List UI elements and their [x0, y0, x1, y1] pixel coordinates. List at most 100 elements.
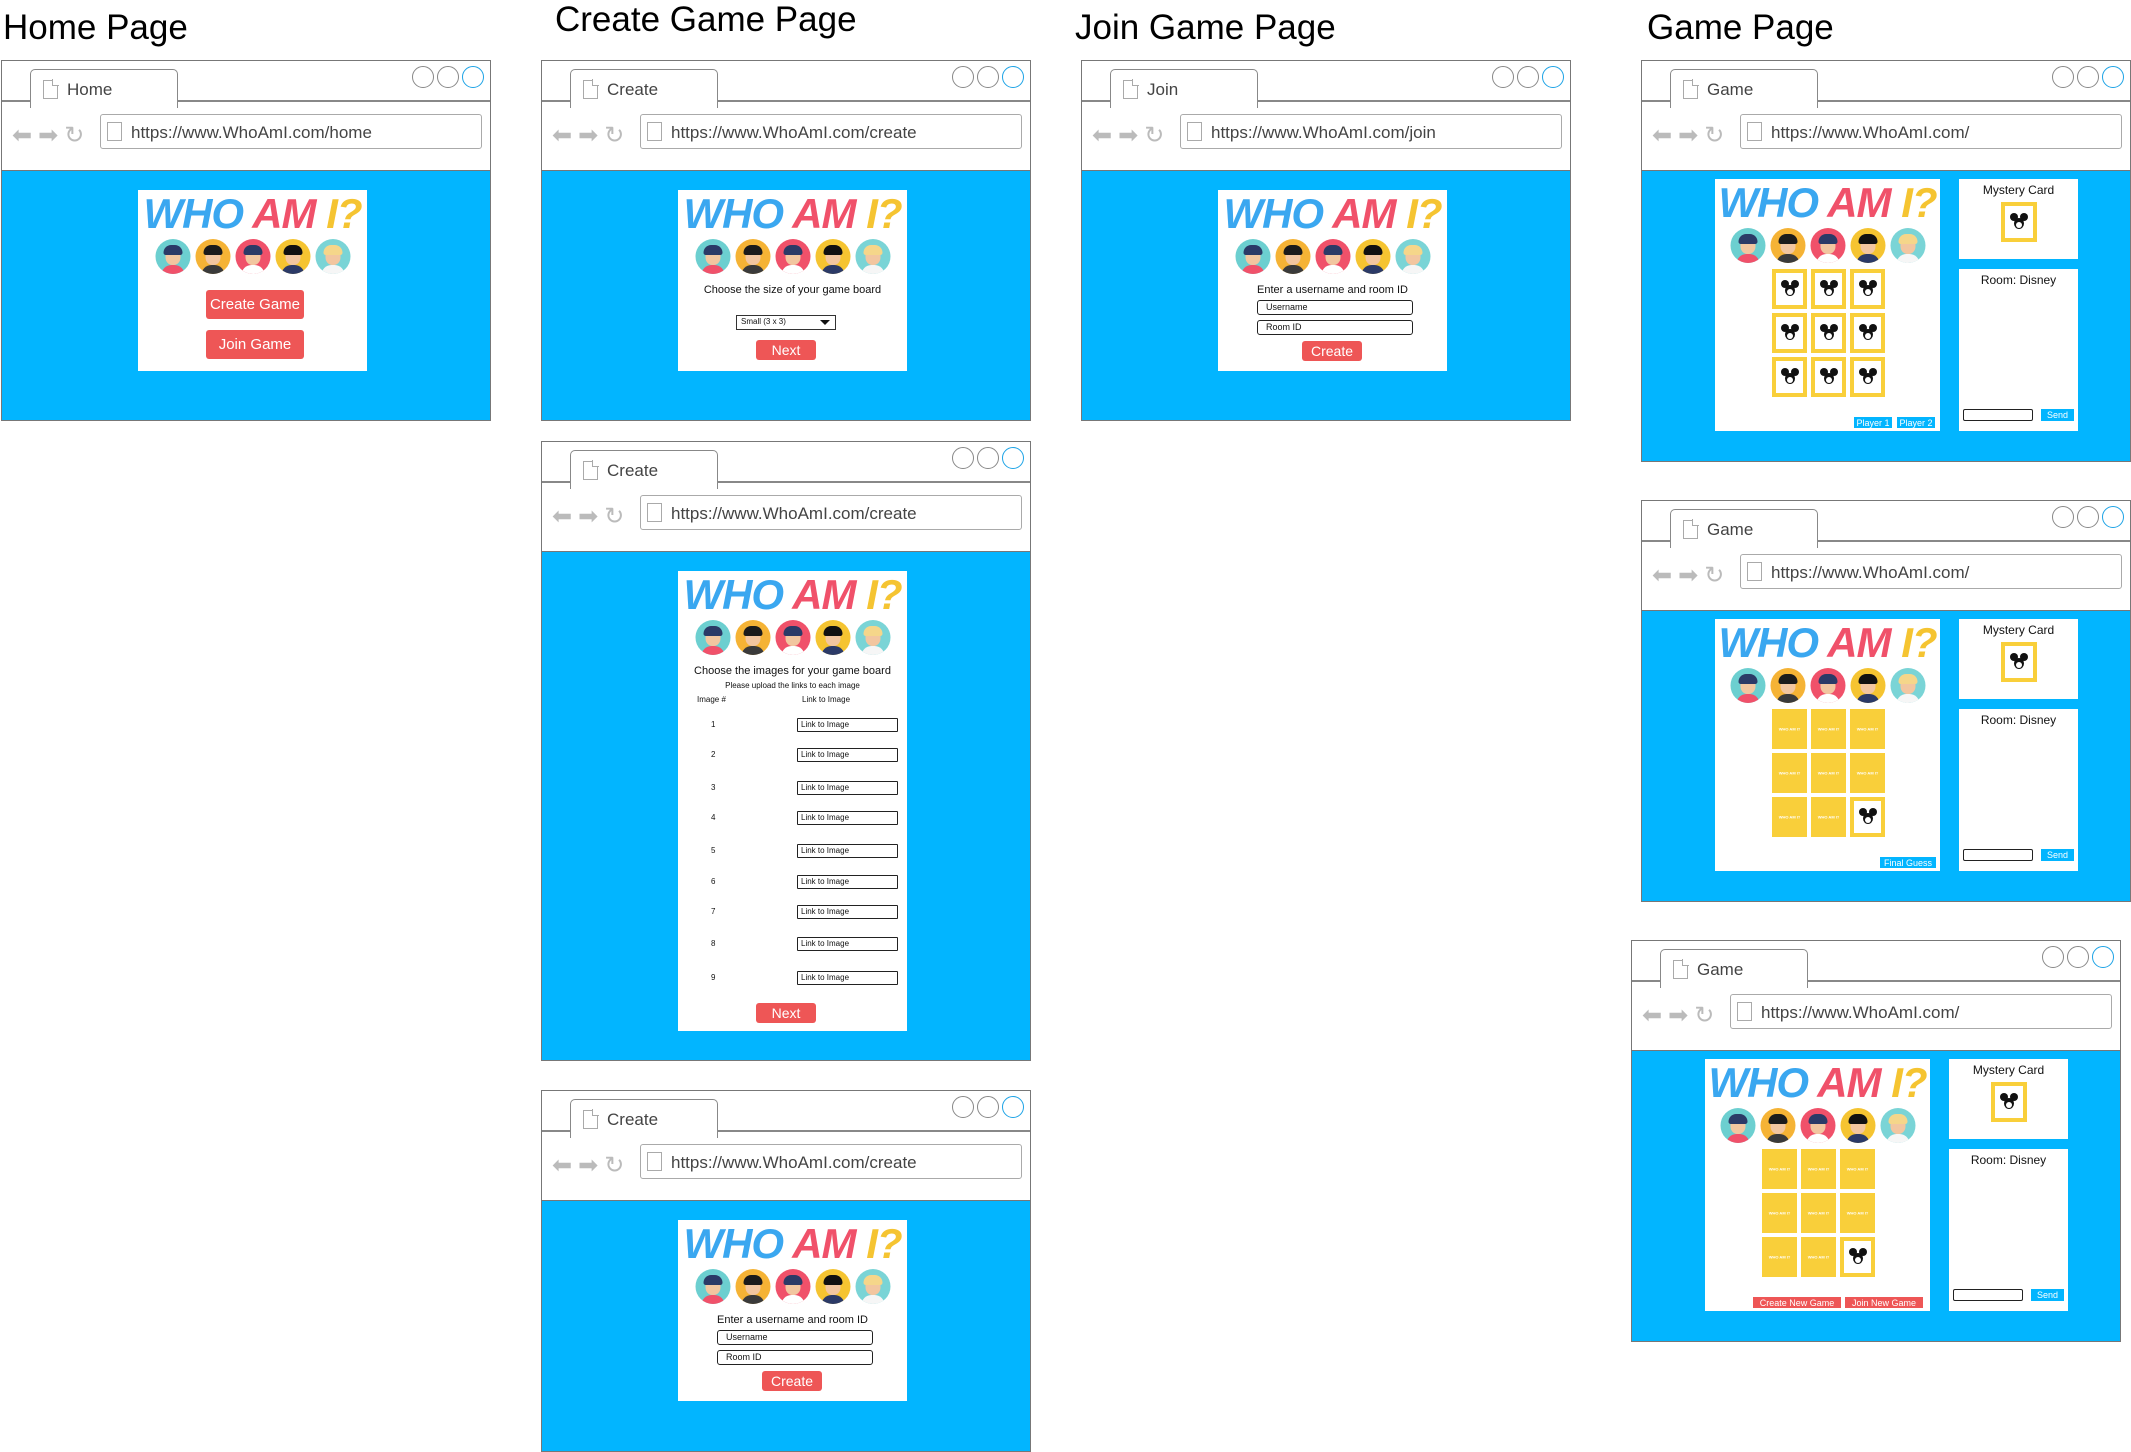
forward-arrow-icon[interactable]: ➡: [1678, 564, 1698, 588]
next-button[interactable]: Next: [756, 340, 816, 360]
image-link-input[interactable]: Link to Image: [797, 718, 898, 732]
close-icon[interactable]: [1542, 66, 1564, 88]
image-link-input[interactable]: Link to Image: [797, 748, 898, 762]
flipped-card[interactable]: WHO AM I?: [1840, 1149, 1875, 1189]
browser-tab[interactable]: Game: [1670, 509, 1818, 548]
minimize-icon[interactable]: [952, 447, 974, 469]
address-bar[interactable]: https://www.WhoAmI.com/: [1740, 554, 2122, 589]
character-card[interactable]: [1811, 313, 1846, 353]
address-bar[interactable]: https://www.WhoAmI.com/create: [640, 1144, 1022, 1179]
character-card[interactable]: [1840, 1237, 1875, 1277]
character-card[interactable]: [1772, 269, 1807, 309]
minimize-icon[interactable]: [1492, 66, 1514, 88]
maximize-icon[interactable]: [2067, 946, 2089, 968]
maximize-icon[interactable]: [437, 66, 459, 88]
forward-arrow-icon[interactable]: ➡: [578, 124, 598, 148]
browser-tab[interactable]: Create: [570, 69, 718, 108]
player-2-button[interactable]: Player 2: [1897, 417, 1935, 428]
address-bar[interactable]: https://www.WhoAmI.com/create: [640, 495, 1022, 530]
close-icon[interactable]: [2102, 506, 2124, 528]
minimize-icon[interactable]: [2042, 946, 2064, 968]
browser-tab[interactable]: Game: [1660, 949, 1808, 988]
flipped-card[interactable]: WHO AM I?: [1801, 1149, 1836, 1189]
close-icon[interactable]: [462, 66, 484, 88]
minimize-icon[interactable]: [2052, 506, 2074, 528]
address-bar[interactable]: https://www.WhoAmI.com/join: [1180, 114, 1562, 149]
chat-input[interactable]: [1953, 1289, 2023, 1301]
character-card[interactable]: [1850, 269, 1885, 309]
character-card[interactable]: [1772, 357, 1807, 397]
address-bar[interactable]: https://www.WhoAmI.com/: [1740, 114, 2122, 149]
back-arrow-icon[interactable]: ⬅: [1642, 1004, 1662, 1028]
flipped-card[interactable]: WHO AM I?: [1811, 753, 1846, 793]
minimize-icon[interactable]: [952, 1096, 974, 1118]
create-new-game-button[interactable]: Create New Game: [1753, 1297, 1841, 1308]
character-card[interactable]: [1850, 313, 1885, 353]
back-arrow-icon[interactable]: ⬅: [1092, 124, 1112, 148]
username-input[interactable]: Username: [1257, 300, 1413, 315]
image-link-input[interactable]: Link to Image: [797, 781, 898, 795]
close-icon[interactable]: [1002, 447, 1024, 469]
image-link-input[interactable]: Link to Image: [797, 971, 898, 985]
forward-arrow-icon[interactable]: ➡: [1678, 124, 1698, 148]
browser-tab[interactable]: Game: [1670, 69, 1818, 108]
final-guess-button[interactable]: Final Guess: [1880, 857, 1936, 868]
image-link-input[interactable]: Link to Image: [797, 811, 898, 825]
character-card[interactable]: [1772, 313, 1807, 353]
minimize-icon[interactable]: [952, 66, 974, 88]
flipped-card[interactable]: WHO AM I?: [1850, 709, 1885, 749]
browser-tab[interactable]: Create: [570, 1099, 718, 1138]
back-arrow-icon[interactable]: ⬅: [12, 124, 32, 148]
character-card[interactable]: [1811, 357, 1846, 397]
forward-arrow-icon[interactable]: ➡: [1118, 124, 1138, 148]
image-link-input[interactable]: Link to Image: [797, 937, 898, 951]
maximize-icon[interactable]: [1517, 66, 1539, 88]
address-bar[interactable]: https://www.WhoAmI.com/create: [640, 114, 1022, 149]
maximize-icon[interactable]: [977, 1096, 999, 1118]
close-icon[interactable]: [1002, 66, 1024, 88]
address-bar[interactable]: https://www.WhoAmI.com/home: [100, 114, 482, 149]
next-button[interactable]: Next: [756, 1003, 816, 1023]
refresh-icon[interactable]: ↻: [604, 505, 624, 529]
maximize-icon[interactable]: [2077, 66, 2099, 88]
flipped-card[interactable]: WHO AM I?: [1801, 1237, 1836, 1277]
flipped-card[interactable]: WHO AM I?: [1762, 1237, 1797, 1277]
flipped-card[interactable]: WHO AM I?: [1772, 709, 1807, 749]
browser-tab[interactable]: Home: [30, 69, 178, 108]
address-bar[interactable]: https://www.WhoAmI.com/: [1730, 994, 2112, 1029]
flipped-card[interactable]: WHO AM I?: [1840, 1193, 1875, 1233]
back-arrow-icon[interactable]: ⬅: [552, 505, 572, 529]
create-button[interactable]: Create: [1302, 341, 1362, 361]
flipped-card[interactable]: WHO AM I?: [1850, 753, 1885, 793]
image-link-input[interactable]: Link to Image: [797, 875, 898, 889]
back-arrow-icon[interactable]: ⬅: [1652, 564, 1672, 588]
character-card[interactable]: [1811, 269, 1846, 309]
join-new-game-button[interactable]: Join New Game: [1845, 1297, 1923, 1308]
forward-arrow-icon[interactable]: ➡: [38, 124, 58, 148]
image-link-input[interactable]: Link to Image: [797, 905, 898, 919]
join-game-button[interactable]: Join Game: [206, 330, 304, 359]
flipped-card[interactable]: WHO AM I?: [1762, 1149, 1797, 1189]
chat-input[interactable]: [1963, 849, 2033, 861]
refresh-icon[interactable]: ↻: [604, 1154, 624, 1178]
player-1-button[interactable]: Player 1: [1854, 417, 1892, 428]
send-button[interactable]: Send: [2041, 409, 2074, 421]
room-id-input[interactable]: Room ID: [717, 1350, 873, 1365]
refresh-icon[interactable]: ↻: [1704, 564, 1724, 588]
refresh-icon[interactable]: ↻: [1144, 124, 1164, 148]
maximize-icon[interactable]: [977, 66, 999, 88]
refresh-icon[interactable]: ↻: [64, 124, 84, 148]
back-arrow-icon[interactable]: ⬅: [552, 124, 572, 148]
flipped-card[interactable]: WHO AM I?: [1772, 797, 1807, 837]
forward-arrow-icon[interactable]: ➡: [578, 505, 598, 529]
flipped-card[interactable]: WHO AM I?: [1801, 1193, 1836, 1233]
image-link-input[interactable]: Link to Image: [797, 844, 898, 858]
board-size-select[interactable]: Small (3 x 3): [736, 315, 836, 330]
back-arrow-icon[interactable]: ⬅: [552, 1154, 572, 1178]
flipped-card[interactable]: WHO AM I?: [1772, 753, 1807, 793]
close-icon[interactable]: [1002, 1096, 1024, 1118]
maximize-icon[interactable]: [2077, 506, 2099, 528]
character-card[interactable]: [1850, 357, 1885, 397]
refresh-icon[interactable]: ↻: [1704, 124, 1724, 148]
character-card[interactable]: [1850, 797, 1885, 837]
